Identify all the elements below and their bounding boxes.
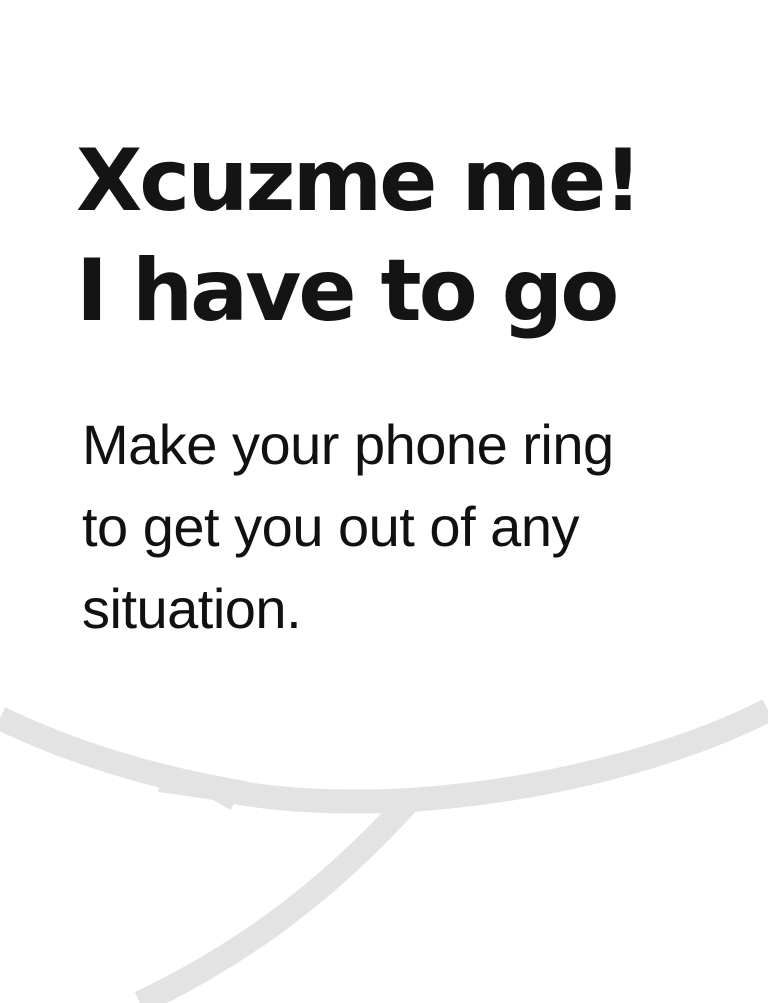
subtitle-line-3: situation.: [82, 577, 302, 640]
subtitle: Make your phone ring to get you out of a…: [82, 404, 722, 650]
subtitle-line-2: to get you out of any: [82, 495, 579, 558]
headline: Xcuzme me! I have to go: [76, 126, 643, 346]
headline-line-1: Xcuzme me!: [76, 131, 643, 231]
onboarding-screen: Xcuzme me! I have to go Make your phone …: [0, 0, 768, 1003]
subtitle-line-1: Make your phone ring: [82, 413, 614, 476]
speech-bubble-shape: [0, 699, 768, 1003]
headline-line-2: I have to go: [76, 241, 619, 341]
